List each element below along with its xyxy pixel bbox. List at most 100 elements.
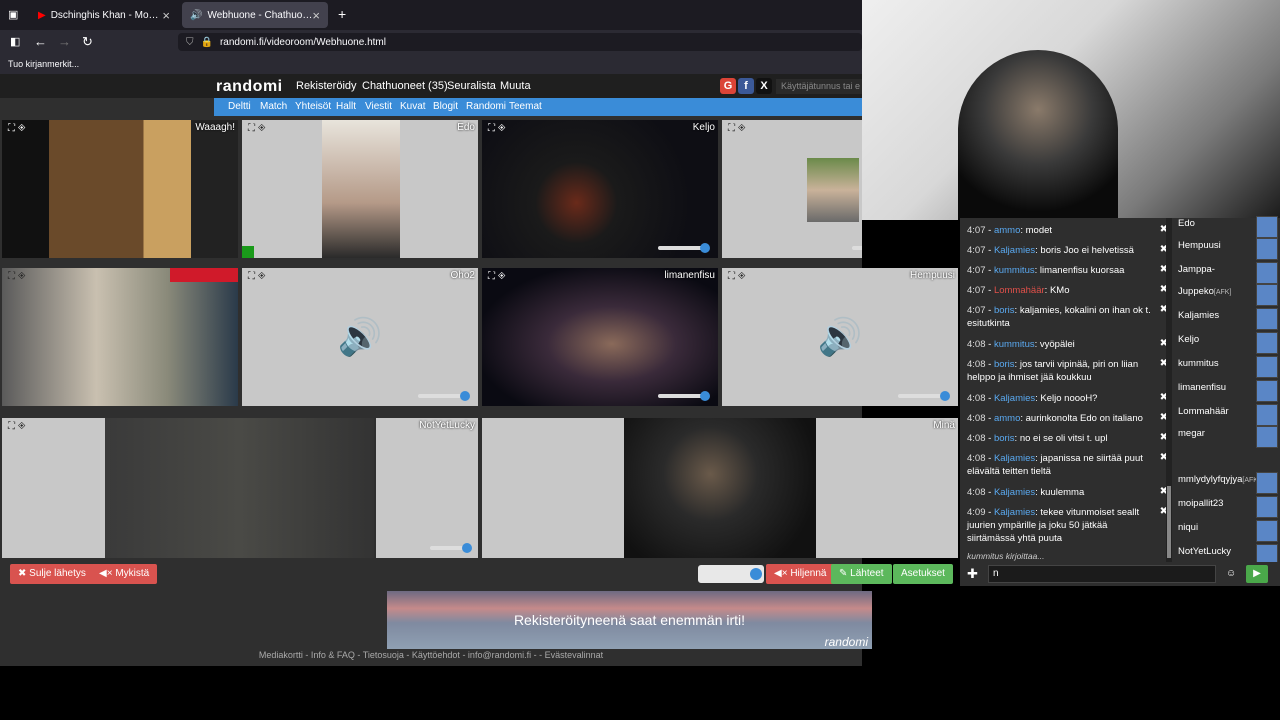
nav-chatrooms[interactable]: Chathuoneet (35) <box>362 80 448 92</box>
new-tab-button[interactable]: + <box>338 6 346 22</box>
user-avatar[interactable] <box>1256 262 1278 284</box>
tile-controls-icon[interactable]: ⛶ ◈ <box>488 271 506 282</box>
user-list-item[interactable]: Jamppa- <box>1178 264 1215 275</box>
user-avatar[interactable] <box>1256 426 1278 448</box>
video-tile[interactable]: 🔊 ⛶ ◈ Oho2 <box>242 268 478 406</box>
video-tile[interactable]: ⛶ ◈ <box>2 418 374 558</box>
user-avatar[interactable] <box>1256 380 1278 402</box>
tile-controls-icon[interactable]: ⛶ ◈ <box>8 421 26 432</box>
volume-slider[interactable] <box>658 243 710 253</box>
user-avatar[interactable] <box>1256 216 1278 238</box>
user-avatar[interactable] <box>1256 238 1278 260</box>
send-button[interactable]: ▶ <box>1246 565 1268 583</box>
tab-webhuone[interactable]: 🔊 Webhuone - Chathuoneet × <box>182 2 328 28</box>
close-tab-icon[interactable]: × <box>312 8 320 23</box>
mute-button[interactable]: ◀× Mykistä <box>91 564 158 584</box>
user-list-item[interactable]: Hempuusi <box>1178 240 1221 251</box>
user-list-item[interactable]: limanenfisu <box>1178 382 1226 393</box>
site-logo[interactable]: randomi <box>216 78 283 96</box>
user-avatar[interactable] <box>1256 404 1278 426</box>
tile-controls-icon[interactable]: ⛶ ◈ <box>728 123 746 134</box>
user-list-item[interactable]: moipallit23 <box>1178 498 1223 509</box>
volume-slider[interactable] <box>430 543 472 553</box>
forward-icon[interactable]: → <box>58 34 71 49</box>
user-list-item[interactable]: mmlydylyfqyjya[AFK] <box>1178 474 1260 485</box>
nav-register[interactable]: Rekisteröidy <box>296 80 357 92</box>
user-avatar[interactable] <box>1256 472 1278 494</box>
sources-button[interactable]: ✎ Lähteet <box>831 564 892 584</box>
user-list-item[interactable]: kummitus <box>1178 358 1219 369</box>
subnav-match[interactable]: Match <box>260 101 287 112</box>
chat-nick[interactable]: boris <box>994 305 1015 316</box>
user-list-item[interactable]: NotYetLucky <box>1178 546 1231 557</box>
subnav-themes[interactable]: Teemat <box>509 101 542 112</box>
video-tile[interactable]: ⛶ ◈ Keljo <box>482 120 718 258</box>
user-list-item[interactable]: niqui <box>1178 522 1198 533</box>
reload-icon[interactable]: ↻ <box>82 34 93 50</box>
user-list-item[interactable]: Lommahäär <box>1178 406 1229 417</box>
address-bar[interactable]: ⛉ 🔒 randomi.fi/videoroom/Webhuone.html <box>178 33 862 51</box>
settings-button[interactable]: Asetukset <box>893 564 953 584</box>
tile-controls-icon[interactable]: ⛶ ◈ <box>488 123 506 134</box>
tile-controls-icon[interactable]: ⛶ ◈ <box>8 123 26 134</box>
close-broadcast-button[interactable]: ✖ Sulje lähetys <box>10 564 94 584</box>
chat-nick[interactable]: kummitus <box>994 339 1035 350</box>
chat-nick[interactable]: boris <box>994 433 1015 444</box>
plus-icon[interactable]: ✚ <box>967 566 978 582</box>
user-avatar[interactable] <box>1256 520 1278 542</box>
x-icon[interactable]: X <box>756 78 772 94</box>
chat-nick[interactable]: kummitus <box>994 265 1035 276</box>
video-tile[interactable]: ⛶ ◈ Waaagh! <box>2 120 238 258</box>
chat-nick[interactable]: ammo <box>994 225 1020 236</box>
tab-music[interactable]: ▶ Dschinghis Khan - Moskau (Sta × <box>30 2 178 28</box>
subnav-messages[interactable]: Viestit <box>365 101 392 112</box>
volume-slider[interactable] <box>418 391 470 401</box>
subnav-pictures[interactable]: Kuvat <box>400 101 426 112</box>
chat-nick[interactable]: Kaljamies <box>994 393 1035 404</box>
user-list-item[interactable]: Edo <box>1178 218 1195 229</box>
facebook-icon[interactable]: f <box>738 78 754 94</box>
tile-controls-icon[interactable]: ⛶ ◈ <box>248 271 266 282</box>
nav-followlist[interactable]: Seuralista <box>447 80 496 92</box>
video-tile[interactable]: 🔊 ⛶ ◈ Hempuusi <box>722 268 958 406</box>
subnav-randomi[interactable]: Randomi <box>466 101 506 112</box>
username-input[interactable]: Käyttäjätunnus tai e <box>776 79 862 94</box>
volume-slider[interactable] <box>852 246 862 250</box>
volume-slider[interactable] <box>898 391 950 401</box>
tile-controls-icon[interactable]: ⛶ ◈ <box>728 271 746 282</box>
subnav-blogs[interactable]: Blogit <box>433 101 458 112</box>
video-tile[interactable]: ⛶ ◈ <box>722 120 862 258</box>
video-tile[interactable]: ⛶ ◈ <box>2 268 238 406</box>
chat-nick[interactable]: Kaljamies <box>994 453 1035 464</box>
emoji-icon[interactable]: ☺ <box>1226 568 1236 579</box>
back-icon[interactable]: ← <box>34 34 47 49</box>
user-avatar[interactable] <box>1256 284 1278 306</box>
close-tab-icon[interactable]: × <box>162 8 170 23</box>
tile-controls-icon[interactable]: ⛶ ◈ <box>8 271 26 282</box>
nav-more[interactable]: Muuta <box>500 80 531 92</box>
sidebar-icon[interactable]: ◧ <box>10 35 20 48</box>
chat-nick[interactable]: boris <box>994 359 1015 370</box>
user-list-item[interactable]: Kaljamies <box>1178 310 1219 321</box>
subnav-dating[interactable]: Deltti <box>228 101 251 112</box>
user-list-item[interactable]: megar <box>1178 428 1205 439</box>
chat-input[interactable]: n <box>988 565 1216 583</box>
register-banner[interactable]: Rekisteröityneenä saat enemmän irti! ran… <box>387 591 872 649</box>
bookmark-import-link[interactable]: Tuo kirjanmerkit... <box>8 59 79 69</box>
video-tile[interactable]: ⛶ ◈ Edo <box>242 120 478 258</box>
master-volume-slider[interactable] <box>698 565 764 583</box>
google-icon[interactable]: G <box>720 78 736 94</box>
user-list-item[interactable]: Juppeko[AFK] <box>1178 286 1231 297</box>
subnav-communities[interactable]: Yhteisöt <box>295 101 331 112</box>
user-avatar[interactable] <box>1256 332 1278 354</box>
chat-nick[interactable]: ammo <box>994 413 1020 424</box>
chat-nick[interactable]: Kaljamies <box>994 507 1035 518</box>
chat-nick[interactable]: Kaljamies <box>994 245 1035 256</box>
video-tile[interactable]: ⛶ ◈ limanenfisu <box>482 268 718 406</box>
tab-list-icon[interactable]: ▣ <box>8 8 18 21</box>
video-tile[interactable]: Minä <box>482 418 958 558</box>
user-avatar[interactable] <box>1256 496 1278 518</box>
footer-links[interactable]: Mediakortti - Info & FAQ - Tietosuoja - … <box>0 650 862 666</box>
volume-slider[interactable] <box>658 391 710 401</box>
chat-nick[interactable]: Kaljamies <box>994 487 1035 498</box>
